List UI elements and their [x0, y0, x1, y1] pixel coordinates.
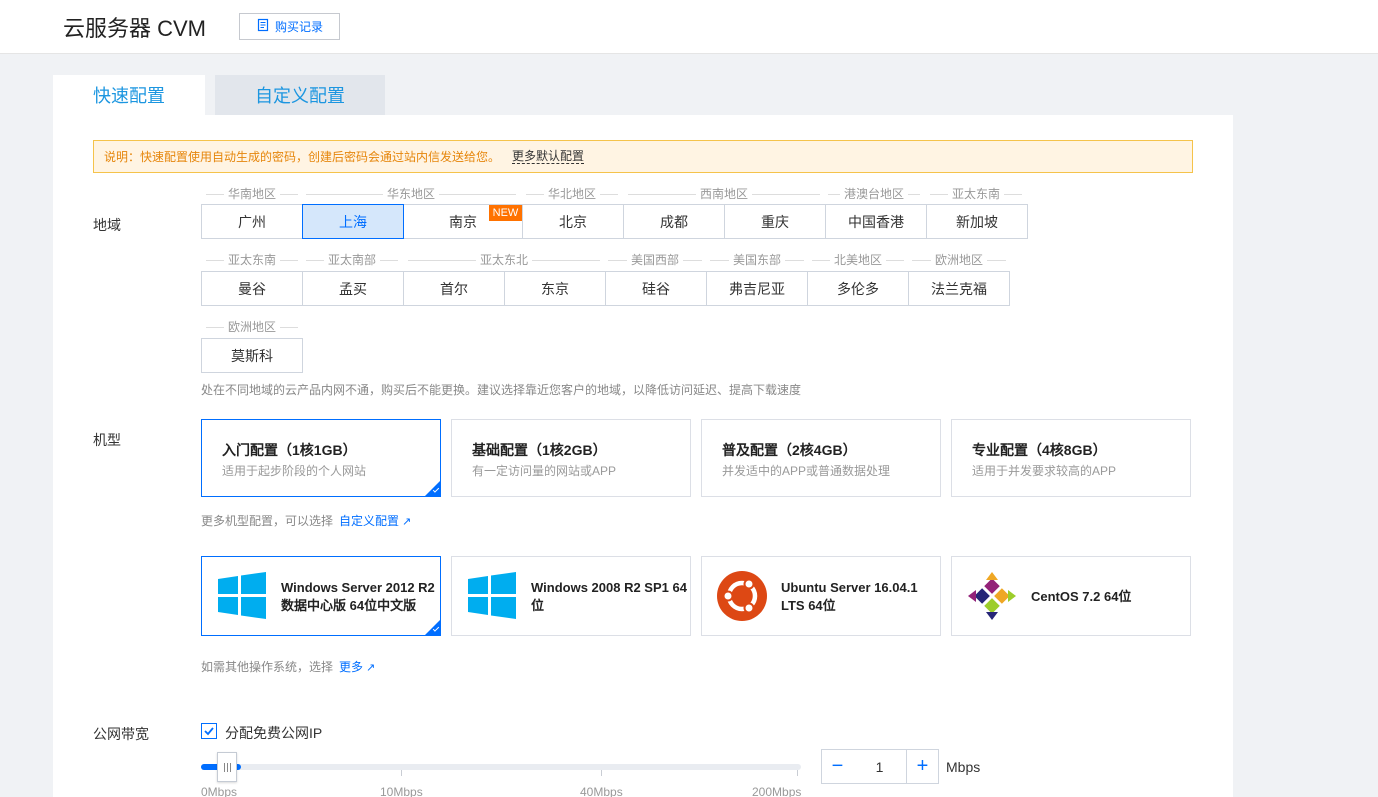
- os-option-name: Windows Server 2012 R2 数据中心版 64位中文版: [281, 580, 435, 613]
- slider-tick: [797, 770, 798, 776]
- tab-quick-config[interactable]: 快速配置: [53, 75, 205, 115]
- os-option-centos[interactable]: CentOS 7.2 64位: [951, 556, 1191, 636]
- model-option-entry[interactable]: 入门配置（1核1GB） 适用于起步阶段的个人网站: [201, 419, 441, 497]
- model-option-desc: 并发适中的APP或普通数据处理: [722, 464, 891, 478]
- bandwidth-slider-track[interactable]: [201, 764, 801, 770]
- region-option-chengdu[interactable]: 成都: [623, 204, 725, 239]
- slider-tick: [601, 770, 602, 776]
- selected-check-icon: [425, 620, 440, 635]
- new-badge: NEW: [489, 205, 522, 221]
- os-option-name: Ubuntu Server 16.04.1 LTS 64位: [781, 580, 918, 613]
- region-option-hongkong[interactable]: 中国香港: [825, 204, 927, 239]
- free-ip-checkbox[interactable]: [201, 723, 217, 739]
- top-bar: [0, 0, 1378, 54]
- selected-check-icon: [425, 481, 440, 496]
- more-default-config-link[interactable]: 更多默认配置: [512, 149, 585, 164]
- windows-icon: [218, 572, 266, 619]
- model-option-title: 专业配置（4核8GB）: [972, 442, 1107, 458]
- free-ip-label: 分配免费公网IP: [225, 725, 323, 741]
- region-option-silicon-valley[interactable]: 硅谷: [605, 271, 707, 306]
- model-option-desc: 有一定访问量的网站或APP: [472, 464, 617, 478]
- model-option-title: 基础配置（1核2GB）: [472, 442, 607, 458]
- region-option-mumbai[interactable]: 孟买: [302, 271, 404, 306]
- region-option-chongqing[interactable]: 重庆: [724, 204, 826, 239]
- receipt-icon: [256, 18, 270, 35]
- bandwidth-input[interactable]: [853, 749, 906, 784]
- region-option-frankfurt[interactable]: 法兰克福: [908, 271, 1010, 306]
- region-option-beijing[interactable]: 北京: [522, 204, 624, 239]
- checkmark-icon: [204, 727, 214, 736]
- bandwidth-decrement-button[interactable]: −: [821, 749, 854, 784]
- os-option-name: Windows 2008 R2 SP1 64位: [531, 580, 687, 613]
- region-option-toronto[interactable]: 多伦多: [807, 271, 909, 306]
- model-option-standard[interactable]: 普及配置（2核4GB） 并发适中的APP或普通数据处理: [701, 419, 941, 497]
- os-option-windows-2012[interactable]: Windows Server 2012 R2 数据中心版 64位中文版: [201, 556, 441, 636]
- os-option-windows-2008[interactable]: Windows 2008 R2 SP1 64位: [451, 556, 691, 636]
- region-option-bangkok[interactable]: 曼谷: [201, 271, 303, 306]
- os-more-hint: 如需其他操作系统，选择 更多 ↗: [201, 660, 376, 674]
- region-hint: 处在不同地域的云产品内网不通，购买后不能更换。建议选择靠近您客户的地域，以降低访…: [201, 383, 802, 397]
- bandwidth-unit: Mbps: [946, 759, 981, 775]
- os-option-ubuntu[interactable]: Ubuntu Server 16.04.1 LTS 64位: [701, 556, 941, 636]
- bandwidth-increment-button[interactable]: +: [906, 749, 939, 784]
- purchase-record-button[interactable]: 购买记录: [239, 13, 340, 40]
- notice-text: 说明：快速配置使用自动生成的密码，创建后密码会通过站内信发送给您。: [104, 150, 501, 164]
- slider-tick-label: 0Mbps: [201, 785, 238, 797]
- region-option-guangzhou[interactable]: 广州: [201, 204, 303, 239]
- slider-tick-label: 200Mbps: [752, 785, 802, 797]
- slider-tick-label: 10Mbps: [380, 785, 423, 797]
- model-option-title: 普及配置（2核4GB）: [722, 442, 857, 458]
- centos-icon: [968, 572, 1016, 620]
- custom-config-link[interactable]: 自定义配置: [339, 514, 399, 528]
- notice-bar: 说明：快速配置使用自动生成的密码，创建后密码会通过站内信发送给您。 更多默认配置: [93, 140, 1193, 173]
- region-option-seoul[interactable]: 首尔: [403, 271, 505, 306]
- slider-tick-label: 40Mbps: [580, 785, 623, 797]
- region-label: 地域: [93, 217, 121, 233]
- region-option-shanghai[interactable]: 上海: [302, 204, 404, 239]
- region-option-moscow[interactable]: 莫斯科: [201, 338, 303, 373]
- windows-icon: [468, 572, 516, 619]
- region-option-singapore[interactable]: 新加坡: [926, 204, 1028, 239]
- external-link-icon: ↗: [402, 516, 412, 528]
- region-option-virginia[interactable]: 弗吉尼亚: [706, 271, 808, 306]
- bandwidth-slider-handle[interactable]: [217, 752, 237, 782]
- model-option-desc: 适用于起步阶段的个人网站: [222, 464, 367, 478]
- model-option-desc: 适用于并发要求较高的APP: [972, 464, 1117, 478]
- model-option-title: 入门配置（1核1GB）: [222, 442, 357, 458]
- ubuntu-icon: [717, 571, 767, 621]
- external-link-icon: ↗: [366, 662, 376, 674]
- page-title: 云服务器 CVM: [63, 16, 207, 41]
- purchase-record-label: 购买记录: [274, 20, 323, 34]
- model-option-pro[interactable]: 专业配置（4核8GB） 适用于并发要求较高的APP: [951, 419, 1191, 497]
- region-option-tokyo[interactable]: 东京: [504, 271, 606, 306]
- slider-tick: [401, 770, 402, 776]
- more-os-link[interactable]: 更多: [339, 660, 363, 674]
- bandwidth-label: 公网带宽: [93, 726, 149, 742]
- tab-custom-config[interactable]: 自定义配置: [215, 75, 385, 115]
- os-option-name: CentOS 7.2 64位: [1031, 589, 1132, 604]
- model-option-basic[interactable]: 基础配置（1核2GB） 有一定访问量的网站或APP: [451, 419, 691, 497]
- model-label: 机型: [93, 432, 121, 448]
- model-more-hint: 更多机型配置，可以选择 自定义配置 ↗: [201, 514, 412, 528]
